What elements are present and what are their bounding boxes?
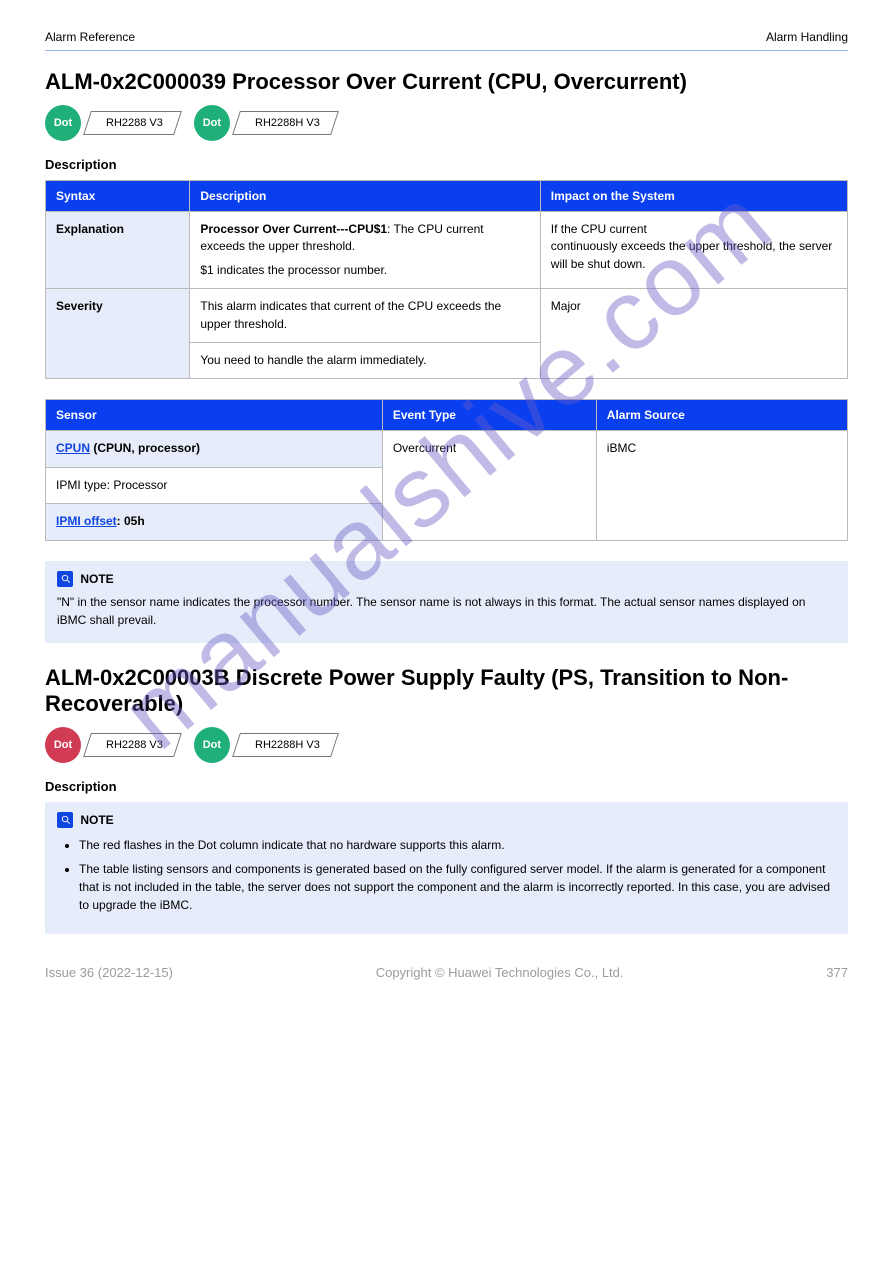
support-indicator-row-2: Dot RH2288 V3 Dot RH2288H V3 bbox=[45, 727, 848, 763]
status-dot-green: Dot bbox=[45, 105, 81, 141]
status-dot-green: Dot bbox=[194, 105, 230, 141]
page-footer: Issue 36 (2022-12-15) Copyright © Huawei… bbox=[45, 965, 848, 980]
cell-desc: This alarm indicates that current of the… bbox=[190, 289, 540, 343]
note-icon bbox=[57, 812, 73, 828]
note-box-2: NOTE The red flashes in the Dot column i… bbox=[45, 802, 848, 934]
cell-impact: If the CPU current continuously exceeds … bbox=[540, 212, 847, 289]
note-title: NOTE bbox=[80, 572, 113, 586]
cell-impact: Major bbox=[540, 289, 847, 379]
table-row: Explanation Processor Over Current---CPU… bbox=[46, 212, 848, 289]
cell-event: Overcurrent bbox=[382, 431, 596, 540]
model-badge: RH2288H V3 bbox=[232, 733, 339, 757]
ipmi-offset-link[interactable]: IPMI offset bbox=[56, 514, 117, 528]
section-description-2: Description bbox=[45, 779, 848, 794]
header-left: Alarm Reference bbox=[45, 30, 135, 44]
cell-key: Severity bbox=[46, 289, 190, 379]
support-item: Dot RH2288H V3 bbox=[194, 105, 335, 141]
header-right: Alarm Handling bbox=[766, 30, 848, 44]
note-text: "N" in the sensor name indicates the pro… bbox=[57, 593, 836, 629]
support-indicator-row-1: Dot RH2288 V3 Dot RH2288H V3 bbox=[45, 105, 848, 141]
col-syntax: Syntax bbox=[46, 181, 190, 212]
sensor-link[interactable]: CPUN bbox=[56, 441, 90, 455]
note-bullet: The table listing sensors and components… bbox=[79, 860, 836, 914]
col-source: Alarm Source bbox=[596, 400, 847, 431]
col-sensor: Sensor bbox=[46, 400, 383, 431]
alarm-title-2: ALM-0x2C00003B Discrete Power Supply Fau… bbox=[45, 665, 848, 717]
footer-issue: Issue 36 (2022-12-15) bbox=[45, 965, 173, 980]
section-description-1: Description bbox=[45, 157, 848, 172]
table-row: CPUN (CPUN, processor) Overcurrent iBMC bbox=[46, 431, 848, 467]
sensor-table: Sensor Event Type Alarm Source CPUN (CPU… bbox=[45, 399, 848, 540]
note-title: NOTE bbox=[80, 813, 113, 827]
model-badge: RH2288 V3 bbox=[83, 111, 182, 135]
col-impact: Impact on the System bbox=[540, 181, 847, 212]
model-badge: RH2288 V3 bbox=[83, 733, 182, 757]
cell-source: iBMC bbox=[596, 431, 847, 540]
page-header: Alarm Reference Alarm Handling bbox=[45, 30, 848, 51]
table-row: Severity This alarm indicates that curre… bbox=[46, 289, 848, 343]
cell-key: Explanation bbox=[46, 212, 190, 289]
note-icon bbox=[57, 571, 73, 587]
footer-copyright: Copyright © Huawei Technologies Co., Ltd… bbox=[376, 965, 624, 980]
status-dot-green: Dot bbox=[194, 727, 230, 763]
status-dot-red: Dot bbox=[45, 727, 81, 763]
support-item: Dot RH2288 V3 bbox=[45, 105, 178, 141]
alarm-details-table: Syntax Description Impact on the System … bbox=[45, 180, 848, 379]
note-bullet: The red flashes in the Dot column indica… bbox=[79, 836, 836, 854]
cell-sensor: IPMI offset: 05h bbox=[46, 504, 383, 540]
cell-desc: You need to handle the alarm immediately… bbox=[190, 342, 540, 378]
cell-sensor: CPUN (CPUN, processor) bbox=[46, 431, 383, 467]
cell-sensor: IPMI type: Processor bbox=[46, 467, 383, 503]
note-box-1: NOTE "N" in the sensor name indicates th… bbox=[45, 561, 848, 643]
cell-desc: Processor Over Current---CPU$1: The CPU … bbox=[190, 212, 540, 289]
model-badge: RH2288H V3 bbox=[232, 111, 339, 135]
alarm-title-1: ALM-0x2C000039 Processor Over Current (C… bbox=[45, 69, 848, 95]
support-item: Dot RH2288 V3 bbox=[45, 727, 178, 763]
col-description: Description bbox=[190, 181, 540, 212]
col-event: Event Type bbox=[382, 400, 596, 431]
support-item: Dot RH2288H V3 bbox=[194, 727, 335, 763]
footer-page-number: 377 bbox=[826, 965, 848, 980]
